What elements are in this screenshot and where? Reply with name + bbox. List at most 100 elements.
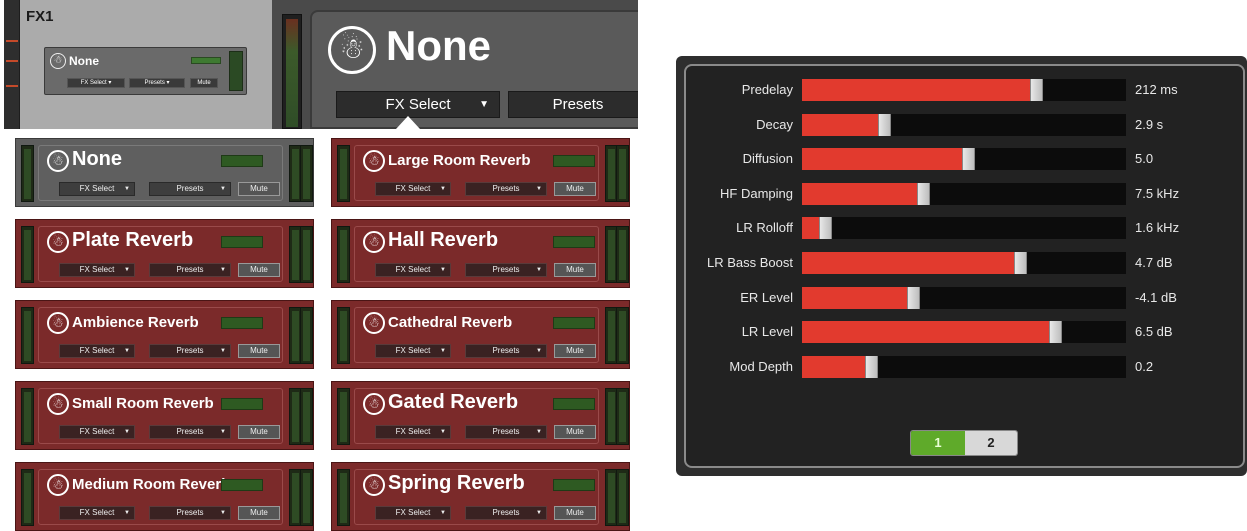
tile-fx-select-button[interactable]: FX Select ▼ [375, 425, 451, 439]
tile-fx-select-button[interactable]: FX Select ▼ [375, 506, 451, 520]
fx-preset-tile[interactable]: ☃ Medium Room Reverb FX Select ▼ Presets ▼ Mut… [15, 462, 314, 531]
fx-preset-tile[interactable]: ☃ Gated Reverb FX Select ▼ Presets ▼ Mute [331, 381, 630, 450]
tile-fx-name: Cathedral Reverb [388, 314, 513, 331]
page-1-button[interactable]: 1 [911, 431, 965, 455]
caret-down-icon: ▼ [124, 429, 130, 435]
tile-presets-button[interactable]: Presets ▼ [465, 182, 547, 196]
mini-fx-select-button[interactable]: FX Select ▾ [67, 78, 125, 88]
tile-mute-button[interactable]: Mute [554, 344, 596, 358]
tile-fx-name: Plate Reverb [72, 229, 194, 251]
tile-input-meter [21, 307, 34, 364]
param-slider[interactable] [802, 113, 1126, 136]
slider-handle[interactable] [865, 355, 878, 378]
tile-presets-button[interactable]: Presets ▼ [149, 182, 231, 196]
param-slider[interactable] [802, 148, 1126, 171]
tile-presets-button[interactable]: Presets ▼ [465, 344, 547, 358]
tile-strip: ☃ Small Room Reverb FX Select ▼ Presets ▼ Mute [38, 388, 283, 444]
param-slider[interactable] [802, 321, 1126, 344]
running-man-logo-icon: ☃ [47, 474, 69, 496]
page-selector: 1 2 [910, 430, 1018, 456]
tile-presets-button[interactable]: Presets ▼ [465, 263, 547, 277]
page-2-button[interactable]: 2 [965, 431, 1017, 455]
caret-down-icon: ▼ [536, 267, 542, 273]
slider-handle[interactable] [819, 217, 832, 240]
tile-output-meter-right [616, 469, 629, 526]
tile-fx-display [221, 479, 263, 491]
fx-preset-tile[interactable]: ☃ Hall Reverb FX Select ▼ Presets ▼ Mute [331, 219, 630, 288]
param-value: 6.5 dB [1135, 324, 1173, 340]
tile-presets-button[interactable]: Presets ▼ [149, 344, 231, 358]
fx-preset-tile[interactable]: ☃ Spring Reverb FX Select ▼ Presets ▼ Mute [331, 462, 630, 531]
caret-down-icon: ▼ [220, 348, 226, 354]
tile-presets-button[interactable]: Presets ▼ [149, 425, 231, 439]
tile-fx-select-button[interactable]: FX Select ▼ [375, 344, 451, 358]
mini-fx-strip[interactable]: ☃ None FX Select ▾ Presets ▾ Mute [44, 47, 247, 95]
param-slider[interactable] [802, 182, 1126, 205]
mini-presets-button[interactable]: Presets ▾ [129, 78, 185, 88]
tile-output-meter-right [300, 469, 313, 526]
tile-output-meter-right [300, 388, 313, 445]
slider-handle[interactable] [1049, 321, 1062, 344]
mini-mute-button[interactable]: Mute [190, 78, 218, 88]
tile-mute-button[interactable]: Mute [554, 506, 596, 520]
tile-presets-button[interactable]: Presets ▼ [465, 425, 547, 439]
fx-preset-tile[interactable]: ☃ Large Room Reverb FX Select ▼ Presets ▼ Mute [331, 138, 630, 207]
tile-mute-button[interactable]: Mute [238, 506, 280, 520]
tile-mute-button[interactable]: Mute [238, 182, 280, 196]
slider-fill [802, 113, 880, 136]
param-slider[interactable] [802, 286, 1126, 309]
tile-input-meter [337, 226, 350, 283]
caret-down-icon: ▼ [536, 510, 542, 516]
running-man-logo-icon: ☃ [50, 53, 66, 69]
param-slider[interactable] [802, 217, 1126, 240]
caret-down-icon: ▼ [440, 267, 446, 273]
tile-fx-display [221, 236, 263, 248]
tile-fx-select-button[interactable]: FX Select ▼ [375, 182, 451, 196]
tile-output-meter-right [300, 226, 313, 283]
tile-mute-button[interactable]: Mute [554, 425, 596, 439]
param-label: HF Damping [720, 185, 793, 201]
tile-mute-button[interactable]: Mute [554, 182, 596, 196]
tile-fx-select-button[interactable]: FX Select ▼ [59, 506, 135, 520]
running-man-logo-icon: ☃ [47, 231, 69, 253]
tile-fx-display [553, 398, 595, 410]
tile-fx-select-button[interactable]: FX Select ▼ [59, 263, 135, 277]
slider-handle[interactable] [1030, 79, 1043, 101]
slider-handle[interactable] [917, 182, 930, 205]
tile-mute-button[interactable]: Mute [238, 263, 280, 277]
tile-fx-display [553, 155, 595, 167]
tile-fx-select-button[interactable]: FX Select ▼ [59, 182, 135, 196]
tile-presets-button[interactable]: Presets ▼ [465, 506, 547, 520]
running-man-logo-icon: ☃ [363, 474, 385, 496]
tile-fx-select-button[interactable]: FX Select ▼ [59, 344, 135, 358]
fx-preset-tile[interactable]: ☃ None FX Select ▼ Presets ▼ Mute [15, 138, 314, 207]
tile-presets-button[interactable]: Presets ▼ [149, 263, 231, 277]
current-fx-name: None [386, 22, 491, 69]
param-label: LR Rolloff [736, 220, 793, 236]
tile-strip: ☃ Ambience Reverb FX Select ▼ Presets ▼ Mute [38, 307, 283, 363]
slider-handle[interactable] [962, 148, 975, 171]
slider-handle[interactable] [878, 113, 891, 136]
slider-handle[interactable] [907, 286, 920, 309]
fx-preset-tile[interactable]: ☃ Small Room Reverb FX Select ▼ Presets ▼ Mute [15, 381, 314, 450]
fx-preset-tile[interactable]: ☃ Ambience Reverb FX Select ▼ Presets ▼ Mute [15, 300, 314, 369]
param-slider[interactable] [802, 79, 1126, 101]
param-label: Diffusion [742, 151, 793, 167]
presets-button[interactable]: Presets [508, 91, 638, 118]
tile-presets-button[interactable]: Presets ▼ [149, 506, 231, 520]
tile-mute-button[interactable]: Mute [238, 344, 280, 358]
tile-fx-select-button[interactable]: FX Select ▼ [375, 263, 451, 277]
fx-select-button[interactable]: FX Select ▼ [336, 91, 500, 118]
fx-preset-tile[interactable]: ☃ Cathedral Reverb FX Select ▼ Presets ▼ Mute [331, 300, 630, 369]
param-slider[interactable] [802, 252, 1126, 274]
fx-preset-tile[interactable]: ☃ Plate Reverb FX Select ▼ Presets ▼ Mute [15, 219, 314, 288]
tile-strip: ☃ Plate Reverb FX Select ▼ Presets ▼ Mute [38, 226, 283, 282]
param-slider[interactable] [802, 355, 1126, 378]
tile-mute-button[interactable]: Mute [238, 425, 280, 439]
tile-mute-button[interactable]: Mute [554, 263, 596, 277]
tile-fx-name: Spring Reverb [388, 472, 525, 494]
param-value: 2.9 s [1135, 116, 1164, 132]
slider-handle[interactable] [1014, 252, 1027, 274]
tile-fx-select-button[interactable]: FX Select ▼ [59, 425, 135, 439]
caret-down-icon: ▼ [124, 267, 130, 273]
